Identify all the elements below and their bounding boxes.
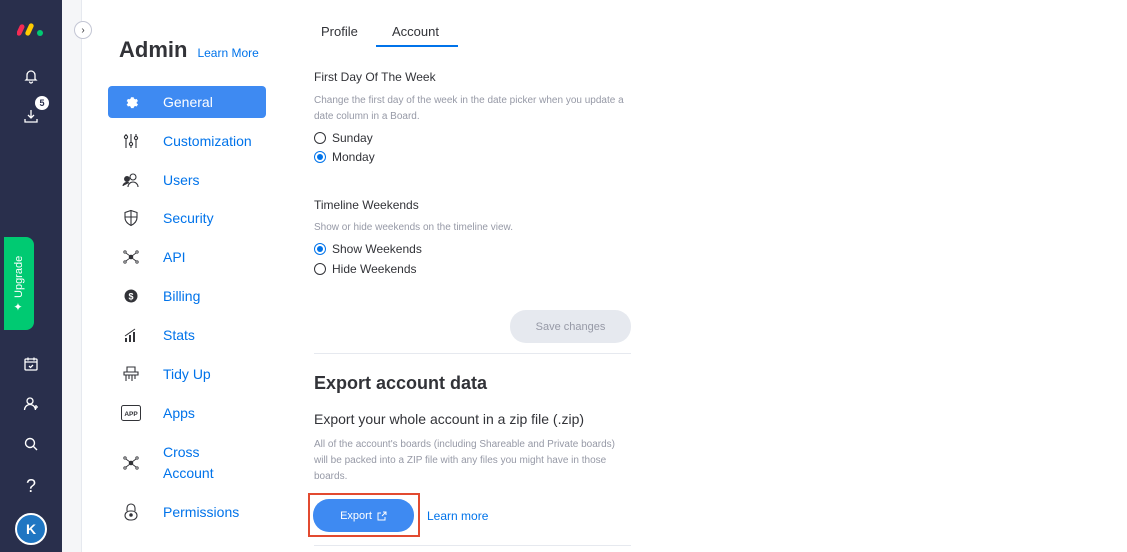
external-link-icon [377,511,387,520]
radio-label: Monday [332,150,375,164]
sidebar-item-label: Permissions [163,503,240,520]
sidebar-item-label: Tidy Up [163,365,211,382]
sidebar-item-tidy-up[interactable]: Tidy Up [108,358,266,390]
divider [314,353,631,354]
timeline-section-title: Timeline Weekends [314,198,419,212]
sidebar-item-apps[interactable]: APP Apps [108,397,266,429]
svg-text:$: $ [128,292,133,302]
users-icon [120,169,142,191]
sparkle-icon: ✦ [13,301,26,312]
svg-text:APP: APP [124,411,138,418]
export-section-title: Export account data [314,373,488,393]
export-section-description: All of the account's boards (including S… [314,439,615,482]
sidebar-item-users[interactable]: Users [108,164,266,196]
sidebar-item-label: Cross Account [163,444,214,481]
tab-account[interactable]: Account [392,24,439,39]
divider [314,545,631,546]
notifications-bell-icon[interactable] [19,64,43,88]
sidebar-item-customization[interactable]: Customization [108,125,266,157]
save-changes-button[interactable]: Save changes [510,310,631,343]
radio-show-weekends[interactable]: Show Weekends [314,242,422,256]
shredder-icon [120,363,142,385]
lock-icon [120,501,142,523]
sidebar-item-cross-account[interactable]: Cross Account [108,440,266,486]
expand-panel-button[interactable]: › [74,21,92,39]
sidebar-item-label: General [163,93,213,110]
export-learn-more-link[interactable]: Learn more [427,509,488,523]
sidebar-item-label: Stats [163,326,195,343]
sliders-icon [120,130,142,152]
sidebar-item-permissions[interactable]: Permissions [108,496,266,528]
dollar-icon: $ [120,285,142,307]
sidebar-item-label: Users [163,171,200,188]
sidebar-item-api[interactable]: API [108,241,266,273]
invite-user-icon[interactable] [19,392,43,416]
week-section-description: Change the first day of the week in the … [314,95,624,122]
sidebar-item-security[interactable]: Security [108,202,266,234]
radio-button-icon [314,263,326,275]
admin-learn-more-link[interactable]: Learn More [197,46,258,60]
upgrade-button[interactable]: ✦ Upgrade [4,237,34,330]
admin-header: Admin Learn More [119,37,259,63]
export-section-subtitle: Export your whole account in a zip file … [314,411,585,427]
chevron-right-icon: › [81,24,85,36]
radio-label: Show Weekends [332,242,422,256]
radio-button-icon [314,132,326,144]
avatar[interactable]: K [15,513,47,545]
shield-icon [120,207,142,229]
sidebar-item-stats[interactable]: Stats [108,319,266,351]
week-section-title: First Day Of The Week [314,70,436,84]
sidebar-item-label: Apps [163,404,195,421]
cross-account-icon [120,452,142,474]
stats-icon [120,324,142,346]
sidebar-item-label: API [163,248,186,265]
gear-icon [120,91,142,113]
radio-label: Sunday [332,131,373,145]
export-button[interactable]: Export [313,499,414,532]
radio-monday[interactable]: Monday [314,150,375,164]
sidebar-item-general[interactable]: General [108,86,266,118]
search-icon[interactable] [19,432,43,456]
radio-hide-weekends[interactable]: Hide Weekends [314,262,417,276]
tab-profile[interactable]: Profile [321,24,358,39]
radio-button-selected-icon [314,151,326,163]
network-icon [120,246,142,268]
sidebar-item-billing[interactable]: $ Billing [108,280,266,312]
panel-strip [62,0,82,552]
sidebar-item-label: Customization [163,132,252,149]
page-title: Admin [119,37,188,62]
timeline-section-description: Show or hide weekends on the timeline vi… [314,222,514,233]
monday-logo-icon[interactable] [17,20,45,38]
left-rail: 5 ✦ Upgrade ? K [0,0,62,552]
help-icon[interactable]: ? [19,474,43,498]
sidebar-item-label: Billing [163,287,201,304]
active-tab-underline [376,45,458,47]
app-icon: APP [120,402,142,424]
radio-sunday[interactable]: Sunday [314,131,373,145]
export-button-label: Export [340,509,372,522]
radio-label: Hide Weekends [332,262,417,276]
upgrade-label: Upgrade [13,255,26,298]
radio-button-selected-icon [314,243,326,255]
calendar-check-icon[interactable] [19,352,43,376]
sidebar-item-label: Security [163,209,214,226]
inbox-badge: 5 [35,96,49,110]
